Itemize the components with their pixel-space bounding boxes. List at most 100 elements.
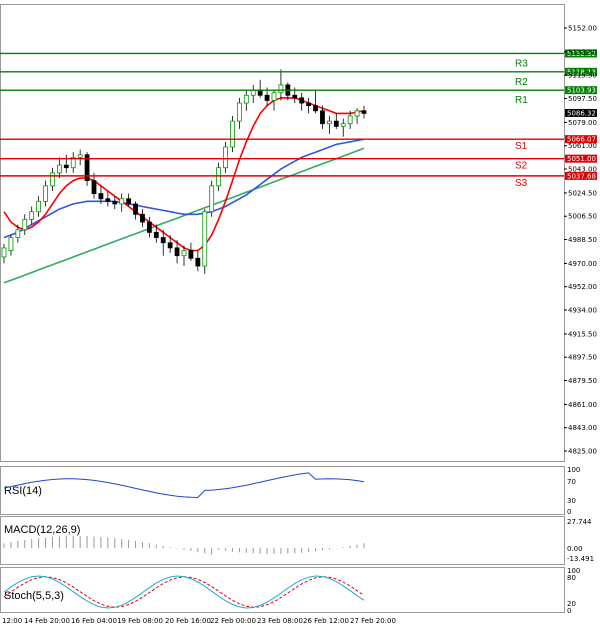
price-tick-label: 4970.00 (568, 260, 597, 268)
candle-body (63, 164, 69, 169)
candle-body (347, 115, 353, 125)
candle-body (167, 242, 173, 249)
ma-mid-line (3, 138, 365, 239)
candle-body (354, 110, 360, 117)
candle-body (91, 180, 97, 194)
rsi-tick-0: 0 (567, 508, 571, 516)
current-price-text: 5086.32 (567, 109, 596, 117)
candle-body (271, 92, 277, 101)
price-tick-label: 4897.50 (568, 354, 597, 362)
candle-body (243, 94, 249, 104)
candle-body (105, 198, 111, 202)
time-tick-2: 16 Feb 04:00 (71, 617, 117, 625)
price-tick-label: 5133.50 (568, 48, 597, 56)
candle-body (209, 185, 215, 213)
candle-body (77, 154, 83, 158)
candle-body (98, 193, 104, 200)
candle-body (22, 219, 28, 231)
price-tick-label: 5079.00 (568, 119, 597, 127)
pivot-levels: R35132.32R25118.13R15103.93S15066.07S250… (0, 49, 597, 189)
time-tick-7: 26 Feb 12:00 (303, 617, 349, 625)
candle-body (174, 247, 180, 257)
candle-body (146, 221, 152, 233)
candle-body (15, 229, 21, 238)
stoch-tick-0: 0 (567, 607, 571, 615)
stoch-label: Stoch(5,5,3) (4, 590, 64, 602)
price-tick-label: 4861.00 (568, 401, 597, 409)
price-tick-label: 4879.50 (568, 377, 597, 385)
candle-body (216, 167, 222, 187)
time-tick-1: 14 Feb 20:00 (24, 617, 70, 625)
macd-label: MACD(12,26,9) (4, 524, 80, 536)
candle-body (160, 237, 166, 244)
candle-body (181, 250, 187, 257)
level-label-r2: R2 (515, 77, 528, 88)
candle-body (8, 237, 14, 251)
price-tick-label: 4952.00 (568, 283, 597, 291)
candle-body (236, 102, 242, 122)
candle-body (320, 110, 325, 125)
candle-body (36, 200, 42, 213)
macd-tick-top: 27.744 (567, 518, 592, 526)
price-tick-label: 5097.50 (568, 95, 597, 103)
level-label-s1: S1 (515, 141, 528, 152)
candle-body (29, 211, 35, 220)
candle-body (50, 172, 55, 187)
candle-body (264, 94, 270, 101)
rsi-panel-frame (0, 466, 565, 515)
candle-body (333, 120, 339, 127)
time-tick-0: 12:00 (2, 617, 22, 625)
stoch-tick-80: 80 (567, 574, 576, 582)
candle-body (133, 203, 138, 215)
candle-body (306, 102, 312, 107)
price-tick-label: 5152.00 (568, 25, 597, 33)
time-tick-3: 19 Feb 08:00 (117, 617, 163, 625)
candle-body (43, 185, 48, 202)
price-tick-label: 4843.00 (568, 424, 597, 432)
candle-body (292, 94, 298, 99)
time-tick-8: 27 Feb 20:00 (350, 617, 396, 625)
rsi-line (3, 472, 365, 499)
indicator-lines (3, 472, 365, 609)
price-tick-label: 4915.50 (568, 330, 597, 338)
stoch-panel-frame (0, 567, 565, 613)
macd-tick-zero: 0.00 (567, 545, 583, 553)
level-tag-text: 5051.00 (567, 155, 596, 163)
price-tick-label: 4825.00 (568, 448, 597, 456)
macd-panel-frame (0, 516, 565, 565)
candle-body (119, 198, 125, 205)
price-tick-label: 5115.50 (568, 72, 597, 80)
main-panel-frame (0, 4, 565, 462)
candle-body (202, 211, 208, 267)
candle-body (112, 200, 118, 205)
candle-body (56, 164, 62, 174)
candle-body (299, 97, 305, 104)
price-tick-label: 4934.00 (568, 307, 597, 315)
price-tick-label: 5006.50 (568, 213, 597, 221)
candle-body (313, 105, 318, 112)
rsi-tick-30: 30 (567, 497, 576, 505)
ma-fast-line (3, 97, 365, 252)
price-chart[interactable]: R35132.32R25118.13R15103.93S15066.07S250… (0, 0, 600, 629)
candle-body (361, 110, 367, 114)
price-tick-label: 5061.00 (568, 142, 597, 150)
rsi-tick-100: 100 (567, 466, 580, 474)
time-tick-5: 22 Feb 00:00 (210, 617, 256, 625)
rsi-tick-70: 70 (567, 478, 576, 486)
candle-body (153, 231, 159, 238)
macd-tick-bottom: -13.491 (567, 555, 594, 563)
level-label-r1: R1 (515, 95, 528, 106)
level-label-s2: S2 (515, 161, 528, 172)
time-tick-4: 20 Feb 16:00 (165, 617, 211, 625)
price-tick-label: 5043.00 (568, 166, 597, 174)
candle-body (223, 146, 228, 169)
price-tick-label: 5024.50 (568, 189, 597, 197)
level-tag-text: 5037.68 (567, 172, 596, 180)
candle-body (140, 213, 145, 223)
level-tag-text: 5103.93 (567, 87, 596, 95)
candle-body (230, 120, 235, 148)
price-tick-label: 4988.50 (568, 236, 597, 244)
time-tick-6: 23 Feb 08:00 (257, 617, 303, 625)
candle-body (195, 257, 201, 267)
candle-body (188, 250, 194, 259)
